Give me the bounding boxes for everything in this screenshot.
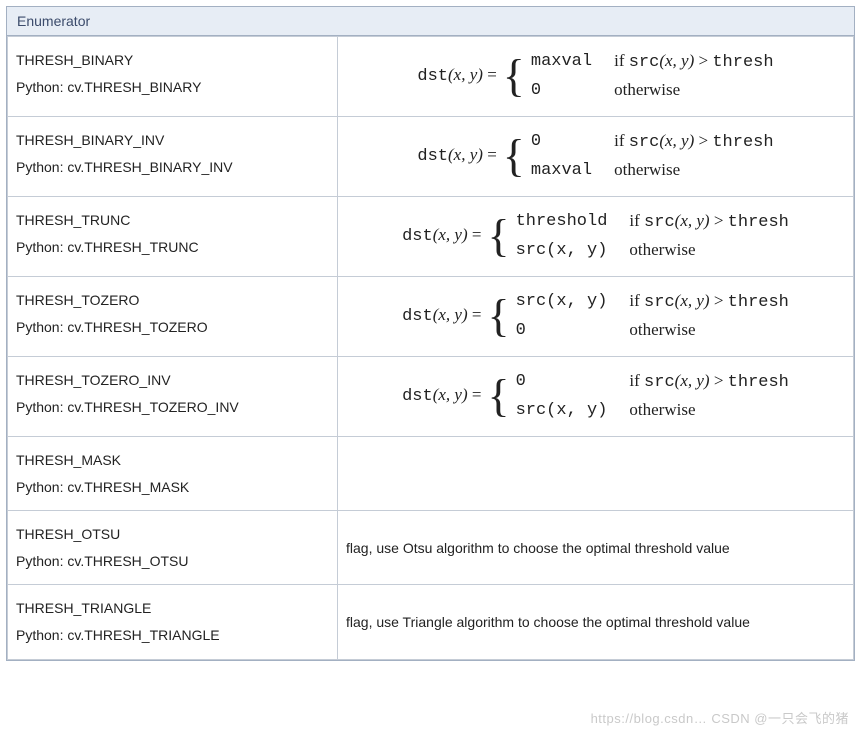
enumerator-table-wrap: Enumerator THRESH_BINARY Python: cv.THRE… [6,6,855,661]
case-value: src(x, y) [516,401,608,420]
enum-cell: THRESH_BINARY_INV Python: cv.THRESH_BINA… [8,117,338,197]
case-cond: if src(x, y) > thresh [629,211,788,232]
python-label: Python: [16,159,67,175]
enum-name: THRESH_MASK [16,452,121,468]
enum-cell: THRESH_BINARY Python: cv.THRESH_BINARY [8,37,338,117]
case-value: 0 [531,81,592,100]
enum-name: THRESH_TOZERO [16,292,139,308]
case-value: 0 [531,132,592,151]
formula-cell: dst(x, y) = { 0 if src(x, y) > thresh ma… [338,117,854,197]
desc-cell [338,437,854,511]
enum-cell: THRESH_TRIANGLE Python: cv.THRESH_TRIANG… [8,585,338,659]
desc-cell: flag, use Otsu algorithm to choose the o… [338,511,854,585]
enumerator-table: THRESH_BINARY Python: cv.THRESH_BINARY d… [7,36,854,660]
enum-py: cv.THRESH_TOZERO [67,319,207,335]
cases: 0 if src(x, y) > thresh src(x, y) otherw… [516,371,789,420]
watermark-text: https://blog.csdn… CSDN @一只会飞的猪 [591,708,849,727]
cases: maxval if src(x, y) > thresh 0 otherwise [531,51,774,100]
python-label: Python: [16,479,67,495]
enum-py: cv.THRESH_BINARY_INV [67,159,232,175]
enum-cell: THRESH_OTSU Python: cv.THRESH_OTSU [8,511,338,585]
formula: dst(x, y) = { maxval if src(x, y) > thre… [346,47,845,106]
formula-cell: dst(x, y) = { src(x, y) if src(x, y) > t… [338,277,854,357]
table-row: THRESH_MASK Python: cv.THRESH_MASK [8,437,854,511]
formula-cell: dst(x, y) = { maxval if src(x, y) > thre… [338,37,854,117]
table-row: THRESH_BINARY Python: cv.THRESH_BINARY d… [8,37,854,117]
brace-icon: { [487,373,509,419]
enum-cell: THRESH_TRUNC Python: cv.THRESH_TRUNC [8,197,338,277]
case-cond: otherwise [614,160,773,180]
formula-lhs: dst(x, y) = [402,385,481,406]
case-value: 0 [516,372,608,391]
python-label: Python: [16,239,67,255]
formula-lhs: dst(x, y) = [402,225,481,246]
table-row: THRESH_TRUNC Python: cv.THRESH_TRUNC dst… [8,197,854,277]
table-row: THRESH_TOZERO Python: cv.THRESH_TOZERO d… [8,277,854,357]
python-label: Python: [16,79,67,95]
python-label: Python: [16,319,67,335]
cases: threshold if src(x, y) > thresh src(x, y… [516,211,789,260]
desc-cell: flag, use Triangle algorithm to choose t… [338,585,854,659]
enum-py: cv.THRESH_OTSU [67,553,188,569]
brace-icon: { [503,133,525,179]
table-row: THRESH_OTSU Python: cv.THRESH_OTSU flag,… [8,511,854,585]
table-header: Enumerator [7,7,854,36]
enum-py: cv.THRESH_MASK [67,479,189,495]
case-value: src(x, y) [516,241,608,260]
case-value: maxval [531,161,592,180]
case-cond: otherwise [629,320,788,340]
enum-py: cv.THRESH_TRIANGLE [67,627,219,643]
formula: dst(x, y) = { 0 if src(x, y) > thresh sr… [346,367,845,426]
python-label: Python: [16,399,67,415]
python-label: Python: [16,627,67,643]
case-value: src(x, y) [516,292,608,311]
formula-lhs: dst(x, y) = [417,65,496,86]
formula-lhs: dst(x, y) = [402,305,481,326]
case-cond: if src(x, y) > thresh [614,131,773,152]
table-row: THRESH_TOZERO_INV Python: cv.THRESH_TOZE… [8,357,854,437]
formula-cell: dst(x, y) = { 0 if src(x, y) > thresh sr… [338,357,854,437]
python-label: Python: [16,553,67,569]
brace-icon: { [487,293,509,339]
enum-name: THRESH_BINARY [16,52,133,68]
brace-icon: { [487,213,509,259]
enum-name: THRESH_TRUNC [16,212,130,228]
enum-name: THRESH_OTSU [16,526,120,542]
cases: 0 if src(x, y) > thresh maxval otherwise [531,131,774,180]
formula-lhs: dst(x, y) = [417,145,496,166]
case-cond: otherwise [614,80,773,100]
enum-py: cv.THRESH_TOZERO_INV [67,399,238,415]
enum-cell: THRESH_TOZERO_INV Python: cv.THRESH_TOZE… [8,357,338,437]
case-cond: if src(x, y) > thresh [629,371,788,392]
enum-name: THRESH_BINARY_INV [16,132,164,148]
case-value: 0 [516,321,608,340]
enum-cell: THRESH_TOZERO Python: cv.THRESH_TOZERO [8,277,338,357]
case-value: threshold [516,212,608,231]
enum-py: cv.THRESH_BINARY [67,79,201,95]
table-row: THRESH_BINARY_INV Python: cv.THRESH_BINA… [8,117,854,197]
case-cond: otherwise [629,400,788,420]
enum-name: THRESH_TOZERO_INV [16,372,171,388]
enum-py: cv.THRESH_TRUNC [67,239,198,255]
case-value: maxval [531,52,592,71]
case-cond: if src(x, y) > thresh [629,291,788,312]
enum-cell: THRESH_MASK Python: cv.THRESH_MASK [8,437,338,511]
formula: dst(x, y) = { threshold if src(x, y) > t… [346,207,845,266]
case-cond: if src(x, y) > thresh [614,51,773,72]
formula-cell: dst(x, y) = { threshold if src(x, y) > t… [338,197,854,277]
formula: dst(x, y) = { src(x, y) if src(x, y) > t… [346,287,845,346]
table-row: THRESH_TRIANGLE Python: cv.THRESH_TRIANG… [8,585,854,659]
formula: dst(x, y) = { 0 if src(x, y) > thresh ma… [346,127,845,186]
cases: src(x, y) if src(x, y) > thresh 0 otherw… [516,291,789,340]
enum-name: THRESH_TRIANGLE [16,600,151,616]
brace-icon: { [503,53,525,99]
case-cond: otherwise [629,240,788,260]
